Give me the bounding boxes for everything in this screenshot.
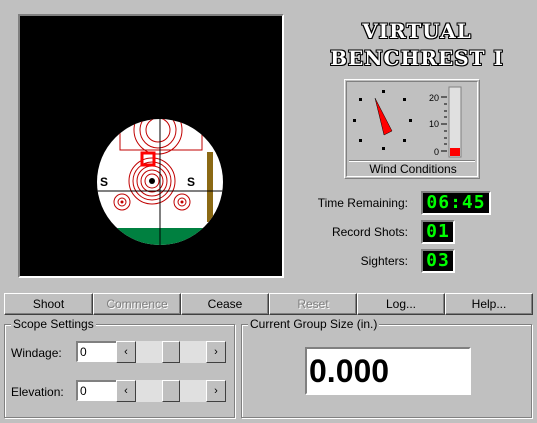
wind-scale-label: 0	[434, 147, 439, 157]
elevation-right-arrow-icon[interactable]: ›	[206, 380, 226, 402]
group-size-title: Current Group Size (in.)	[248, 317, 380, 331]
wind-inner: 20 10 0 Wind Conditions	[346, 81, 478, 177]
wind-scale-label: 10	[429, 119, 439, 129]
help-button[interactable]: Help...	[445, 293, 533, 315]
scope-settings-title: Scope Settings	[11, 317, 96, 331]
title-line-1: VIRTUAL	[362, 19, 472, 43]
windage-left-arrow-icon[interactable]: ‹	[116, 341, 136, 363]
windage-right-arrow-icon[interactable]: ›	[206, 341, 226, 363]
shoot-button[interactable]: Shoot	[4, 293, 93, 315]
wind-conditions-panel: 20 10 0 Wind Conditions	[344, 79, 480, 179]
group-size-display: 0.000	[305, 347, 471, 395]
target-band	[97, 228, 223, 245]
wind-direction-arrow	[374, 97, 393, 136]
elevation-slider-thumb[interactable]	[162, 380, 180, 402]
windage-label: Windage:	[11, 346, 62, 360]
windage-slider-thumb[interactable]	[162, 341, 180, 363]
elevation-left-arrow-icon[interactable]: ‹	[116, 380, 136, 402]
commence-button[interactable]: Commence	[93, 293, 181, 315]
target-scope-svg: S S	[97, 119, 223, 245]
scope-settings-group: Scope Settings Windage: 0 ‹ › Elevation:…	[4, 317, 235, 418]
record-shots-display: 01	[421, 220, 455, 244]
windage-input[interactable]: 0	[76, 341, 117, 362]
elevation-label: Elevation:	[11, 385, 64, 399]
wind-gauge-svg: 20 10 0	[353, 86, 462, 158]
time-remaining-display: 06:45	[421, 191, 491, 215]
sighter-marker: S	[100, 175, 108, 189]
sighters-label: Sighters:	[360, 254, 408, 268]
sighter-marker: S	[187, 175, 195, 189]
wind-strength-bar	[448, 86, 462, 158]
windage-slider[interactable]: ‹ ›	[116, 341, 226, 363]
cease-button[interactable]: Cease	[181, 293, 269, 315]
elevation-input[interactable]: 0	[76, 380, 117, 401]
scope-view[interactable]: S S	[18, 14, 284, 278]
log-button[interactable]: Log...	[357, 293, 445, 315]
wind-strength-fill	[450, 148, 460, 156]
time-remaining-label: Time Remaining:	[317, 196, 408, 210]
sighters-display: 03	[421, 249, 455, 273]
elevation-slider[interactable]: ‹ ›	[116, 380, 226, 402]
reset-button[interactable]: Reset	[269, 293, 357, 315]
target-post	[207, 152, 213, 222]
record-shots-label: Record Shots:	[331, 225, 408, 239]
app-title: VIRTUAL BENCHREST I	[322, 18, 512, 72]
title-line-2: BENCHREST I	[330, 46, 504, 70]
wind-scale-label: 20	[429, 93, 439, 103]
wind-conditions-label: Wind Conditions	[369, 162, 457, 176]
